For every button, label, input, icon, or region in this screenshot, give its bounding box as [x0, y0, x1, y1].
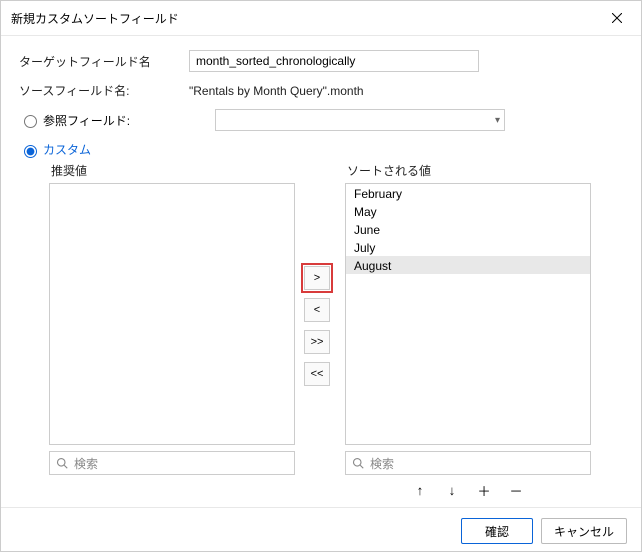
sorted-column: ソートされる値 FebruaryMayJuneJulyAugust 検索 ↑ ↓… [345, 162, 591, 499]
custom-label: カスタム [43, 141, 91, 158]
suggested-search-placeholder: 検索 [74, 455, 98, 472]
sorted-search-placeholder: 検索 [370, 455, 394, 472]
target-field-input[interactable] [189, 50, 479, 72]
custom-row: カスタム [19, 141, 623, 158]
cancel-button[interactable]: キャンセル [541, 518, 627, 544]
move-left-button[interactable]: < [304, 298, 330, 322]
search-icon [352, 457, 364, 469]
move-all-left-button[interactable]: << [304, 362, 330, 386]
dialog-window: 新規カスタムソートフィールド ターゲットフィールド名 ソースフィールド名: "R… [0, 0, 642, 552]
ok-button[interactable]: 確認 [461, 518, 533, 544]
dialog-body: ターゲットフィールド名 ソースフィールド名: "Rentals by Month… [1, 36, 641, 507]
remove-item-button[interactable]: － [507, 481, 525, 499]
sorted-search[interactable]: 検索 [345, 451, 591, 475]
close-icon [612, 13, 622, 23]
sorted-header: ソートされる値 [345, 162, 591, 179]
move-right-button[interactable]: > [304, 266, 330, 290]
move-buttons-column: > < >> << [295, 162, 339, 499]
list-item[interactable]: July [346, 238, 590, 256]
source-field-value: "Rentals by Month Query".month [189, 84, 364, 98]
source-field-row: ソースフィールド名: "Rentals by Month Query".mont… [19, 82, 623, 99]
add-item-button[interactable]: ＋ [475, 481, 493, 499]
list-item[interactable]: June [346, 220, 590, 238]
reference-field-combo[interactable]: ▾ [215, 109, 505, 131]
suggested-listbox[interactable] [49, 183, 295, 445]
move-all-right-button[interactable]: >> [304, 330, 330, 354]
reference-field-radio[interactable] [24, 115, 37, 128]
move-down-button[interactable]: ↓ [443, 481, 461, 499]
reorder-row: ↑ ↓ ＋ － [345, 481, 591, 499]
list-item[interactable]: May [346, 202, 590, 220]
suggested-search[interactable]: 検索 [49, 451, 295, 475]
search-icon [56, 457, 68, 469]
target-field-label: ターゲットフィールド名 [19, 53, 189, 70]
dialog-footer: 確認 キャンセル [1, 507, 641, 554]
chevron-down-icon: ▾ [495, 115, 500, 126]
list-item[interactable]: February [346, 184, 590, 202]
reference-field-label: 参照フィールド: [43, 112, 201, 129]
sorted-listbox[interactable]: FebruaryMayJuneJulyAugust [345, 183, 591, 445]
close-button[interactable] [603, 7, 631, 29]
suggested-column: 推奨値 検索 [49, 162, 295, 499]
list-item[interactable]: August [346, 256, 590, 274]
reference-field-row: 参照フィールド: ▾ [19, 109, 623, 131]
suggested-header: 推奨値 [49, 162, 295, 179]
lists-area: 推奨値 検索 > < >> << ソートされる値 FebruaryMayJune… [19, 162, 623, 499]
target-field-row: ターゲットフィールド名 [19, 50, 623, 72]
titlebar: 新規カスタムソートフィールド [1, 1, 641, 36]
source-field-label: ソースフィールド名: [19, 82, 189, 99]
dialog-title: 新規カスタムソートフィールド [11, 10, 179, 27]
custom-radio[interactable] [24, 145, 37, 158]
move-up-button[interactable]: ↑ [411, 481, 429, 499]
